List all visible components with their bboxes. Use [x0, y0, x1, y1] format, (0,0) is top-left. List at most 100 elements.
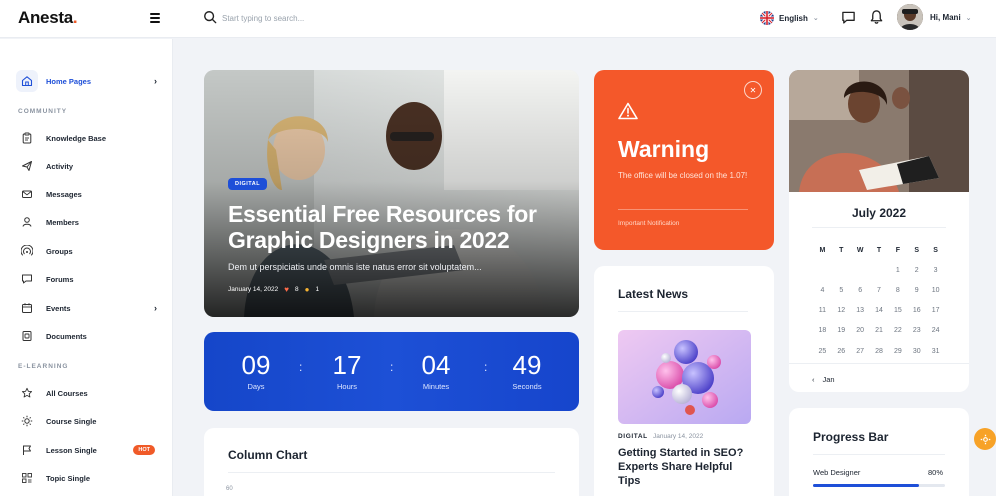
reaction-icon: ● — [304, 285, 310, 294]
calendar-prev-button[interactable]: ‹ Jan — [812, 375, 835, 384]
calendar-day[interactable]: 25 — [813, 348, 832, 355]
weekday-label: T — [876, 246, 882, 254]
calendar-week: 25 26 27 28 29 30 31 — [813, 341, 945, 361]
search-icon[interactable] — [203, 10, 217, 24]
calendar-day[interactable]: 23 — [907, 327, 926, 334]
calendar-day[interactable]: 19 — [832, 327, 851, 334]
calendar-day[interactable]: 3 — [926, 267, 945, 274]
calendar-day[interactable]: 11 — [813, 307, 832, 314]
calendar-day[interactable]: 30 — [907, 348, 926, 355]
close-button[interactable]: ✕ — [744, 81, 762, 99]
calendar-day[interactable]: 31 — [926, 348, 945, 355]
warning-message: The office will be closed on the 1.07! — [618, 171, 748, 180]
sidebar-item-label: Forums — [46, 274, 74, 284]
broadcast-icon — [16, 240, 38, 262]
calendar-day[interactable]: 12 — [832, 307, 851, 314]
user-greeting[interactable]: Hi, Mani ⌄ — [930, 13, 972, 22]
calendar-week: 4 5 6 7 8 9 10 — [813, 280, 945, 300]
news-thumbnail[interactable] — [618, 330, 751, 424]
column-chart-card: Column Chart 60 — [204, 428, 579, 496]
calendar-week: 18 19 20 21 22 23 24 — [813, 321, 945, 341]
calendar-day[interactable]: 20 — [851, 327, 870, 334]
heart-icon: ♥ — [284, 285, 289, 294]
section-label-elearning: E-LEARNING — [18, 363, 69, 370]
calendar-day[interactable]: 4 — [813, 287, 832, 294]
sidebar-item-members[interactable]: Members — [16, 211, 161, 233]
logo[interactable]: Anesta. — [18, 8, 78, 28]
weekday-label: F — [895, 246, 900, 254]
calendar-week: 1 2 3 — [813, 260, 945, 280]
chevron-left-icon: ‹ — [812, 375, 815, 384]
featured-post-card[interactable]: DIGITAL Essential Free Resources for Gra… — [204, 70, 579, 317]
news-headline[interactable]: Getting Started in SEO? Experts Share He… — [618, 446, 753, 488]
calendar-day[interactable]: 8 — [888, 287, 907, 294]
sidebar-item-events[interactable]: Events › — [16, 297, 161, 319]
calendar-day[interactable]: 6 — [851, 287, 870, 294]
countdown-card: 09 Days : 17 Hours : 04 Minutes : 49 Seconds — [204, 332, 579, 411]
category-badge[interactable]: DIGITAL — [228, 178, 268, 190]
calendar-day[interactable]: 27 — [851, 348, 870, 355]
settings-float-button[interactable] — [974, 428, 996, 450]
weekday-label: S — [933, 246, 938, 254]
calendar-day[interactable]: 2 — [907, 267, 926, 274]
axis-tick-label: 60 — [226, 486, 233, 492]
calendar-day[interactable]: 18 — [813, 327, 832, 334]
calendar-day[interactable]: 7 — [870, 287, 889, 294]
sidebar-item-course-single[interactable]: Course Single — [16, 410, 161, 432]
calendar-day[interactable]: 14 — [870, 307, 889, 314]
calendar-day[interactable]: 29 — [888, 348, 907, 355]
user-avatar[interactable] — [897, 4, 923, 30]
message-icon[interactable] — [841, 10, 856, 25]
sidebar-item-knowledge-base[interactable]: Knowledge Base — [16, 127, 161, 149]
sidebar-item-topic-single[interactable]: Topic Single — [16, 467, 161, 489]
post-date: January 14, 2022 — [228, 286, 279, 293]
sidebar-item-lesson-single[interactable]: Lesson Single HOT — [16, 439, 161, 461]
uk-flag-icon — [760, 11, 774, 25]
calendar-day[interactable]: 28 — [870, 348, 889, 355]
calendar-day[interactable]: 24 — [926, 327, 945, 334]
menu-toggle-icon[interactable] — [150, 13, 160, 23]
featured-post-meta: January 14, 2022 ♥ 8 ● 1 — [228, 285, 319, 294]
sidebar-item-all-courses[interactable]: All Courses — [16, 382, 161, 404]
sidebar-item-label: Topic Single — [46, 473, 91, 483]
sidebar-item-documents[interactable]: Documents — [16, 325, 161, 347]
clipboard-icon — [16, 127, 38, 149]
featured-post-title[interactable]: Essential Free Resources for Graphic Des… — [228, 201, 558, 253]
calendar-day[interactable]: 1 — [888, 267, 907, 274]
home-icon — [16, 70, 38, 92]
calendar-day[interactable]: 9 — [907, 287, 926, 294]
calendar-day[interactable]: 13 — [851, 307, 870, 314]
calendar-day[interactable]: 26 — [832, 348, 851, 355]
card-title: Progress Bar — [813, 430, 889, 444]
calendar-day[interactable]: 10 — [926, 287, 945, 294]
chevron-down-icon: ⌄ — [965, 15, 972, 22]
divider — [618, 209, 748, 210]
calendar-icon — [16, 297, 38, 319]
language-label: English — [779, 13, 808, 23]
news-category[interactable]: DIGITAL — [618, 433, 648, 440]
countdown-separator: : — [390, 360, 394, 374]
calendar-day[interactable]: 21 — [870, 327, 889, 334]
divider — [228, 472, 555, 473]
sidebar-item-label: Messages — [46, 189, 82, 199]
sidebar-item-home-pages[interactable]: Home Pages › — [16, 70, 161, 92]
divider — [812, 227, 946, 228]
calendar-day[interactable]: 17 — [926, 307, 945, 314]
calendar-day[interactable]: 16 — [907, 307, 926, 314]
sidebar-item-label: All Courses — [46, 388, 88, 398]
calendar-day[interactable]: 22 — [888, 327, 907, 334]
calendar-prev-label: Jan — [822, 375, 835, 384]
bell-icon[interactable] — [869, 9, 884, 25]
sidebar-item-groups[interactable]: Groups — [16, 240, 161, 262]
calendar-day[interactable]: 5 — [832, 287, 851, 294]
sidebar-item-forums[interactable]: Forums — [16, 268, 161, 290]
grid-icon — [16, 467, 38, 489]
sidebar-item-activity[interactable]: Activity — [16, 155, 161, 177]
calendar-day[interactable]: 15 — [888, 307, 907, 314]
language-selector[interactable]: English ⌄ — [760, 10, 819, 26]
chevron-right-icon: › — [154, 303, 157, 313]
sidebar-item-messages[interactable]: Messages — [16, 183, 161, 205]
countdown-label: Days — [247, 382, 265, 391]
search-input[interactable] — [222, 10, 482, 26]
calendar-cover-image — [789, 70, 969, 192]
